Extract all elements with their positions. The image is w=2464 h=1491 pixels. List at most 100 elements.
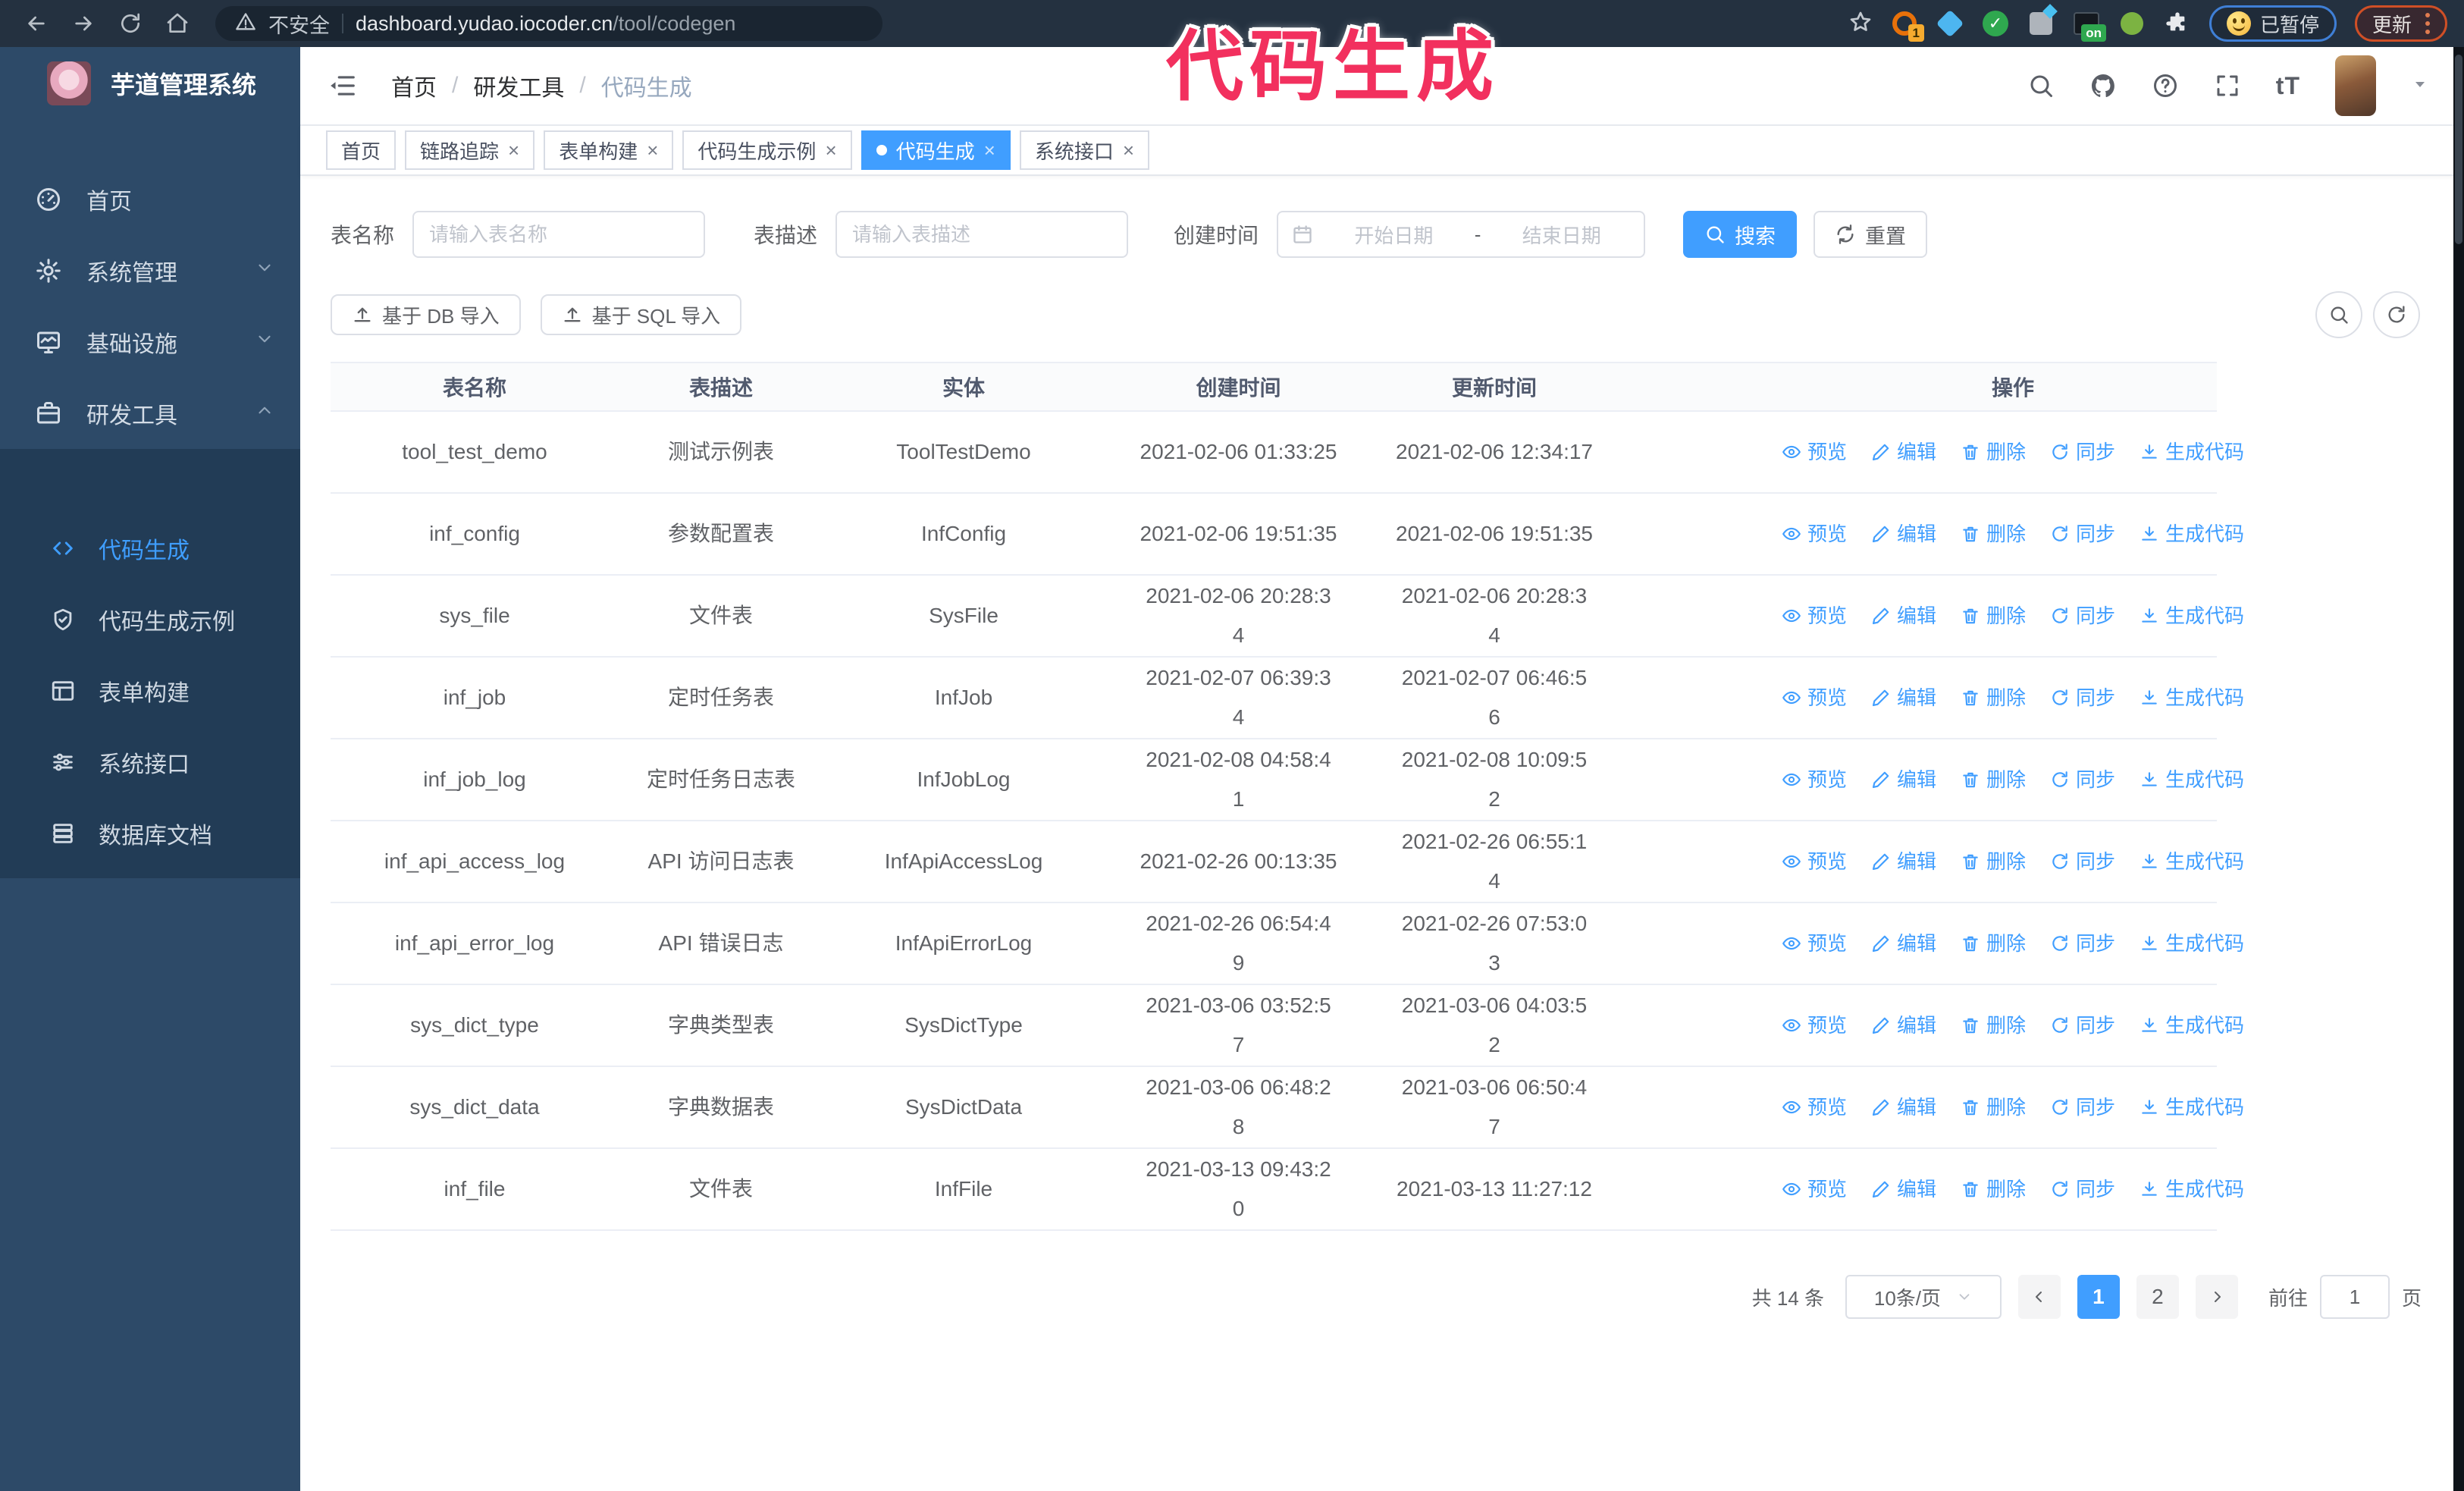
address-bar[interactable]: 不安全 dashboard.yudao.iocoder.cn/tool/code… [215,6,882,41]
edit-link[interactable]: 编辑 [1871,924,1936,963]
fullscreen-icon[interactable] [2214,72,2241,99]
home-icon[interactable] [158,4,197,43]
delete-link[interactable]: 删除 [1961,596,2026,636]
preview-link[interactable]: 预览 [1782,842,1847,881]
generate-code-link[interactable]: 生成代码 [2140,1006,2244,1045]
github-icon[interactable] [2089,72,2117,99]
extension-key-icon[interactable] [2118,10,2146,37]
preview-link[interactable]: 预览 [1782,924,1847,963]
window-scrollbar[interactable] [2453,47,2464,1491]
security-warning-icon[interactable] [235,11,256,36]
sync-link[interactable]: 同步 [2050,1088,2115,1127]
page-size-select[interactable]: 10条/页 [1845,1275,2002,1319]
edit-link[interactable]: 编辑 [1871,1006,1936,1045]
edit-link[interactable]: 编辑 [1871,432,1936,472]
delete-link[interactable]: 删除 [1961,1088,2026,1127]
font-size-icon[interactable]: tT [2276,72,2300,100]
preview-link[interactable]: 预览 [1782,1088,1847,1127]
generate-code-link[interactable]: 生成代码 [2140,596,2244,636]
sidebar-item-system[interactable]: 系统管理 [0,235,300,306]
tab-system-api[interactable]: 系统接口 × [1019,130,1150,170]
page-button-2[interactable]: 2 [2136,1275,2179,1319]
edit-link[interactable]: 编辑 [1871,1169,1936,1209]
sync-link[interactable]: 同步 [2050,1169,2115,1209]
close-icon[interactable]: × [825,140,836,160]
search-button[interactable]: 搜索 [1683,211,1798,258]
preview-link[interactable]: 预览 [1782,678,1847,717]
generate-code-link[interactable]: 生成代码 [2140,842,2244,881]
update-button[interactable]: 更新 [2354,5,2447,42]
sidebar-item-home[interactable]: 首页 [0,164,300,235]
close-icon[interactable]: × [1123,140,1134,160]
tab-home[interactable]: 首页 [326,130,397,170]
sidebar-item-devtools[interactable]: 研发工具 [0,378,300,449]
extension-gem-icon[interactable] [1936,9,1964,38]
extension-check-icon[interactable]: ✓ [1982,10,2009,37]
tab-tracing[interactable]: 链路追踪 × [405,130,535,170]
sync-link[interactable]: 同步 [2050,1006,2115,1045]
toggle-search-button[interactable] [2315,291,2362,338]
tab-codegen[interactable]: 代码生成 × [861,130,1011,170]
goto-page-input[interactable] [2319,1275,2390,1319]
close-icon[interactable]: × [647,140,658,160]
close-icon[interactable]: × [508,140,519,160]
table-desc-input[interactable] [835,211,1129,258]
date-range-picker[interactable]: 开始日期 - 结束日期 [1277,211,1646,258]
sync-link[interactable]: 同步 [2050,842,2115,881]
bookmark-star-icon[interactable] [1848,10,1873,38]
sync-link[interactable]: 同步 [2050,596,2115,636]
preview-link[interactable]: 预览 [1782,432,1847,472]
scrollbar-thumb[interactable] [2455,55,2462,244]
edit-link[interactable]: 编辑 [1871,842,1936,881]
generate-code-link[interactable]: 生成代码 [2140,924,2244,963]
extensions-puzzle-icon[interactable] [2164,10,2191,37]
tab-form-builder[interactable]: 表单构建 × [544,130,674,170]
extension-tabs-icon[interactable] [2027,4,2058,37]
sidebar-item-codegen[interactable]: 代码生成 [0,513,300,584]
refresh-table-button[interactable] [2373,291,2420,338]
delete-link[interactable]: 删除 [1961,432,2026,472]
sidebar-item-system-api[interactable]: 系统接口 [0,727,300,798]
sync-link[interactable]: 同步 [2050,514,2115,554]
prev-page-button[interactable] [2017,1275,2061,1319]
extension-orange-icon[interactable]: 1 [1891,10,1924,42]
table-name-input[interactable] [412,211,706,258]
back-icon[interactable] [17,4,56,43]
sidebar-toggle-icon[interactable] [326,69,359,102]
sync-link[interactable]: 同步 [2050,924,2115,963]
delete-link[interactable]: 删除 [1961,1169,2026,1209]
sidebar-item-db-doc[interactable]: 数据库文档 [0,798,300,869]
generate-code-link[interactable]: 生成代码 [2140,514,2244,554]
close-icon[interactable]: × [984,140,995,160]
sidebar-item-infra[interactable]: 基础设施 [0,306,300,378]
reload-icon[interactable] [111,4,150,43]
generate-code-link[interactable]: 生成代码 [2140,1088,2244,1127]
search-icon[interactable] [2027,72,2055,99]
generate-code-link[interactable]: 生成代码 [2140,678,2244,717]
avatar[interactable] [2335,55,2376,116]
tab-codegen-example[interactable]: 代码生成示例 × [682,130,852,170]
edit-link[interactable]: 编辑 [1871,1088,1936,1127]
import-db-button[interactable]: 基于 DB 导入 [331,294,521,335]
delete-link[interactable]: 删除 [1961,1006,2026,1045]
generate-code-link[interactable]: 生成代码 [2140,432,2244,472]
extension-dark-icon[interactable]: on [2073,10,2106,42]
page-button-1[interactable]: 1 [2077,1275,2120,1319]
browser-menu-icon[interactable] [2425,13,2430,34]
preview-link[interactable]: 预览 [1782,760,1847,799]
edit-link[interactable]: 编辑 [1871,596,1936,636]
sidebar-item-codegen-example[interactable]: 代码生成示例 [0,584,300,655]
reset-button[interactable]: 重置 [1814,211,1928,258]
edit-link[interactable]: 编辑 [1871,760,1936,799]
edit-link[interactable]: 编辑 [1871,678,1936,717]
breadcrumb-section[interactable]: 研发工具 [473,69,564,102]
delete-link[interactable]: 删除 [1961,514,2026,554]
sync-link[interactable]: 同步 [2050,678,2115,717]
generate-code-link[interactable]: 生成代码 [2140,1169,2244,1209]
next-page-button[interactable] [2195,1275,2238,1319]
delete-link[interactable]: 删除 [1961,924,2026,963]
delete-link[interactable]: 删除 [1961,760,2026,799]
breadcrumb-home[interactable]: 首页 [391,69,437,102]
import-sql-button[interactable]: 基于 SQL 导入 [540,294,742,335]
delete-link[interactable]: 删除 [1961,842,2026,881]
